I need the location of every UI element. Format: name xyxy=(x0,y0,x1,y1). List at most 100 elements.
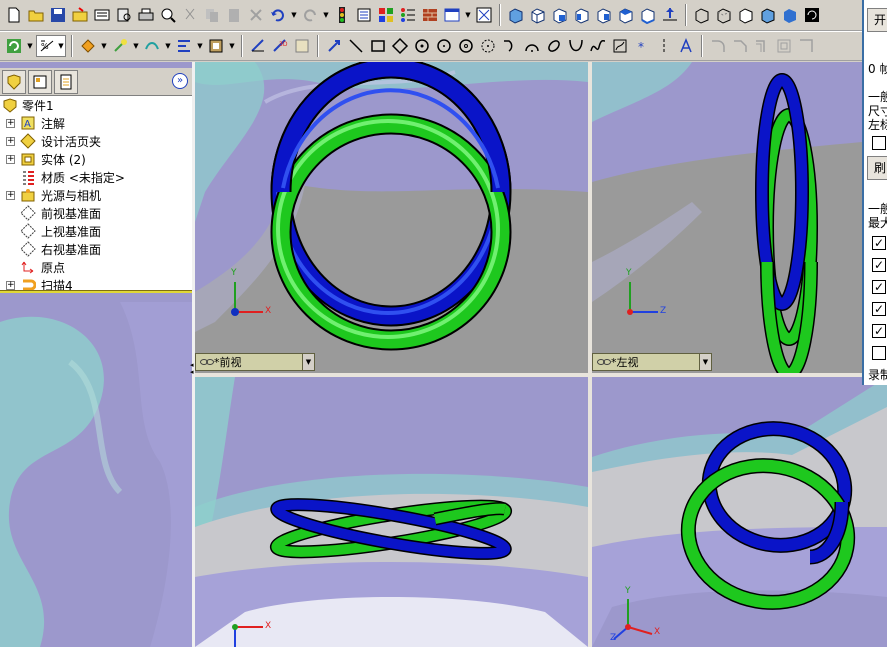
shaded-edges-icon[interactable] xyxy=(758,5,778,25)
configurations-icon[interactable] xyxy=(206,36,226,56)
new-icon[interactable] xyxy=(4,5,24,25)
offset-icon[interactable] xyxy=(752,36,772,56)
brick-icon[interactable] xyxy=(420,5,440,25)
tab-property-manager[interactable] xyxy=(28,70,52,94)
expand-icon[interactable]: + xyxy=(6,280,15,290)
text-icon[interactable] xyxy=(676,36,696,56)
tree-item[interactable]: + 光源与相机 xyxy=(0,186,192,204)
standard-views-icon[interactable] xyxy=(506,5,526,25)
options-icon[interactable] xyxy=(354,5,374,25)
tree-item[interactable]: 右视基准面 xyxy=(0,240,192,258)
tree-item[interactable]: + 实体 (2) xyxy=(0,150,192,168)
view-label-left[interactable]: *左视 ▼ xyxy=(592,353,712,371)
tab-configuration-manager[interactable] xyxy=(54,70,78,94)
3d-sketch-icon[interactable]: 3D xyxy=(270,36,290,56)
open-button[interactable]: 开 xyxy=(867,8,887,32)
print-preview-icon[interactable] xyxy=(114,5,134,25)
ellipse-icon[interactable] xyxy=(544,36,564,56)
parabola-icon[interactable] xyxy=(566,36,586,56)
reference-geometry-icon[interactable] xyxy=(174,36,194,56)
spline-on-surface-icon[interactable] xyxy=(610,36,630,56)
tree-item[interactable]: 上视基准面 xyxy=(0,222,192,240)
right-view-icon[interactable] xyxy=(594,5,614,25)
expand-icon[interactable]: + xyxy=(6,154,15,164)
paste-icon[interactable] xyxy=(224,5,244,25)
viewport-isometric[interactable]: Y X Z xyxy=(592,377,887,647)
appearance-icon[interactable] xyxy=(78,36,98,56)
rollback-bar[interactable] xyxy=(0,290,192,293)
normal-to-icon[interactable] xyxy=(660,5,680,25)
spline-icon[interactable] xyxy=(588,36,608,56)
option-checkbox[interactable]: ✓ xyxy=(872,236,886,250)
parallelogram-icon[interactable] xyxy=(390,36,410,56)
three-point-arc-icon[interactable] xyxy=(522,36,542,56)
hidden-lines-visible-icon[interactable] xyxy=(714,5,734,25)
option-checkbox[interactable] xyxy=(872,136,886,150)
print-icon[interactable] xyxy=(92,5,112,25)
redo-dropdown-icon[interactable]: ▼ xyxy=(322,5,330,25)
trim-icon[interactable] xyxy=(796,36,816,56)
save-icon[interactable] xyxy=(48,5,68,25)
sketch-icon[interactable] xyxy=(248,36,268,56)
viewport-left[interactable]: Y Z *左视 ▼ xyxy=(592,62,862,373)
expand-panel-icon[interactable]: » xyxy=(172,73,188,89)
expand-icon[interactable]: + xyxy=(6,190,15,200)
tree-item[interactable]: + A 注解 xyxy=(0,114,192,132)
tangent-arc-icon[interactable] xyxy=(500,36,520,56)
option-checkbox[interactable]: ✓ xyxy=(872,324,886,338)
display-style-dropdown-icon[interactable]: ▼ xyxy=(26,36,34,56)
grid-icon[interactable] xyxy=(376,5,396,25)
scene-dropdown-icon[interactable]: ▼ xyxy=(132,36,140,56)
polygon-icon[interactable] xyxy=(412,36,432,56)
traffic-light-icon[interactable] xyxy=(332,5,352,25)
top-view-icon[interactable] xyxy=(616,5,636,25)
rectangle-icon[interactable] xyxy=(368,36,388,56)
delete-icon[interactable] xyxy=(246,5,266,25)
bottom-view-icon[interactable] xyxy=(638,5,658,25)
tree-item[interactable]: 原点 xyxy=(0,258,192,276)
window-dropdown-icon[interactable]: ▼ xyxy=(464,5,472,25)
display-style-icon[interactable] xyxy=(4,36,24,56)
shaded-icon[interactable] xyxy=(780,5,800,25)
view-dropdown-icon[interactable]: ▼ xyxy=(302,354,314,370)
option-checkbox[interactable]: ✓ xyxy=(872,258,886,272)
cut-icon[interactable] xyxy=(180,5,200,25)
view-dropdown-icon[interactable]: ▼ xyxy=(699,354,711,370)
left-view-icon[interactable] xyxy=(572,5,592,25)
viewport-splitter-vertical[interactable] xyxy=(588,62,592,647)
option-checkbox[interactable]: ✓ xyxy=(872,280,886,294)
zoom-fit-icon[interactable] xyxy=(474,5,494,25)
centerpoint-arc-icon[interactable] xyxy=(478,36,498,56)
collapse-arrows-icon[interactable]: ◂ ◂ xyxy=(190,362,196,376)
panel-splitter[interactable] xyxy=(192,62,195,647)
tree-root[interactable]: 零件1 xyxy=(0,96,192,114)
configurations-dropdown-icon[interactable]: ▼ xyxy=(228,36,236,56)
undo-dropdown-icon[interactable]: ▼ xyxy=(290,5,298,25)
circle-icon[interactable] xyxy=(434,36,454,56)
refresh-button[interactable]: 刷 xyxy=(867,156,887,180)
zoom-page-icon[interactable] xyxy=(158,5,178,25)
tab-feature-tree[interactable] xyxy=(2,70,26,94)
reference-geometry-dropdown-icon[interactable]: ▼ xyxy=(196,36,204,56)
window-icon[interactable] xyxy=(442,5,462,25)
expand-icon[interactable]: + xyxy=(6,136,15,146)
option-checkbox[interactable] xyxy=(872,346,886,360)
sketch-relations-combo[interactable]: % ▼ xyxy=(36,35,66,57)
undo-icon[interactable] xyxy=(268,5,288,25)
relations-dropdown-icon[interactable]: ▼ xyxy=(57,36,65,56)
scene-icon[interactable] xyxy=(110,36,130,56)
tree-item[interactable]: 材质 <未指定> xyxy=(0,168,192,186)
chamfer-icon[interactable] xyxy=(730,36,750,56)
sketch-picture-icon[interactable] xyxy=(292,36,312,56)
appearance-dropdown-icon[interactable]: ▼ xyxy=(100,36,108,56)
curves-icon[interactable] xyxy=(142,36,162,56)
front-view-icon[interactable] xyxy=(528,5,548,25)
option-checkbox[interactable]: ✓ xyxy=(872,302,886,316)
copy-icon[interactable] xyxy=(202,5,222,25)
viewport-splitter-horizontal[interactable] xyxy=(195,373,862,377)
tree-item[interactable]: 前视基准面 xyxy=(0,204,192,222)
redo-icon[interactable] xyxy=(300,5,320,25)
open-icon[interactable] xyxy=(26,5,46,25)
rotate-icon[interactable] xyxy=(802,5,822,25)
tree-item[interactable]: + 设计活页夹 xyxy=(0,132,192,150)
